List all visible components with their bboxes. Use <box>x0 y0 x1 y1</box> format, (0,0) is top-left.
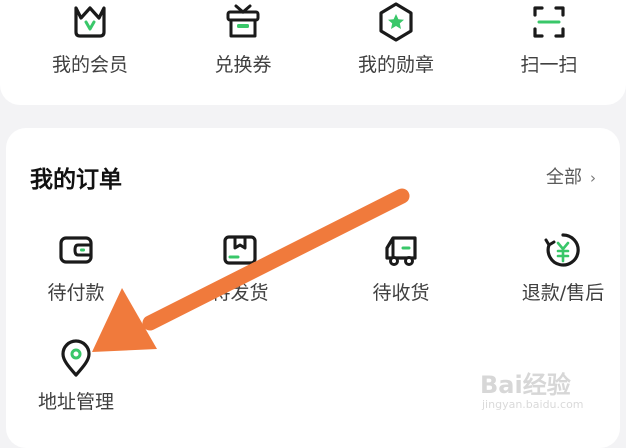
baidu-watermark-url: jingyan.baidu.com <box>482 398 584 411</box>
baidu-watermark: Bai经验 <box>480 371 571 399</box>
